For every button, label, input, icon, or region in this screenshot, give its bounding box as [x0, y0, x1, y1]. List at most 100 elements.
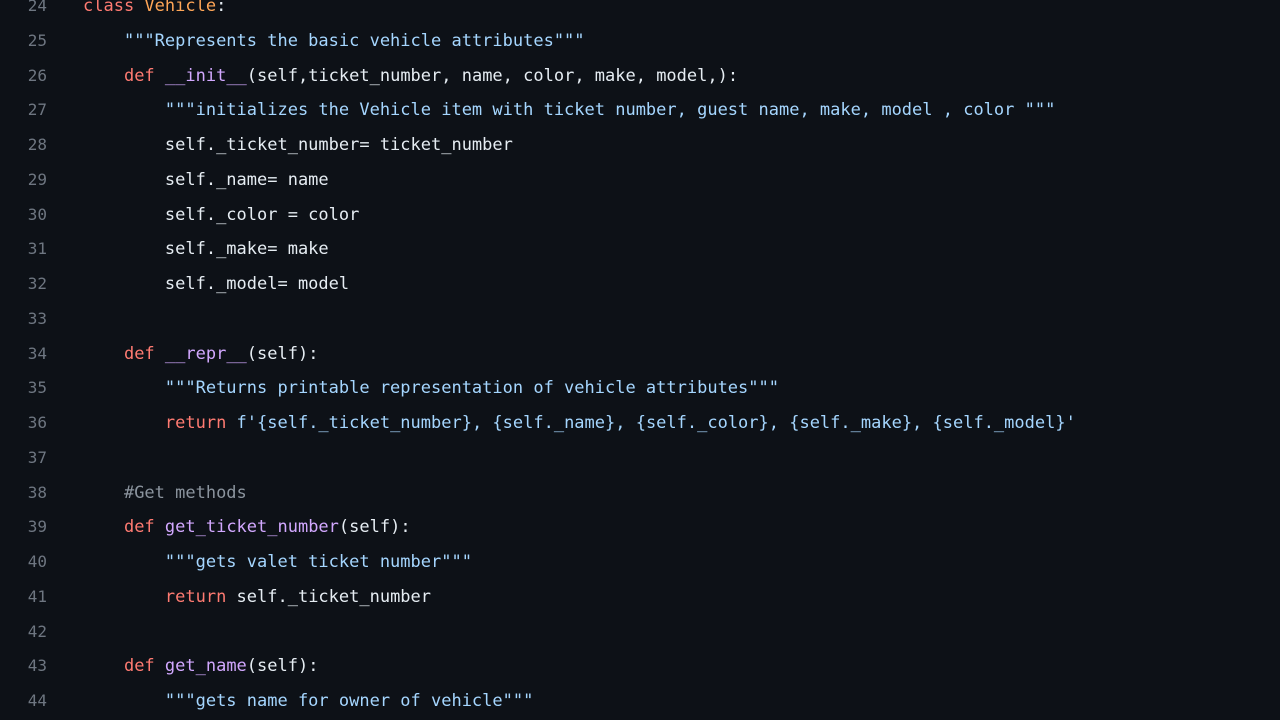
code-text: return self._ticket_number	[83, 580, 431, 615]
code-text: self._ticket_number= ticket_number	[83, 128, 513, 163]
code-token: def	[123, 65, 165, 86]
code-text: """initializes the Vehicle item with tic…	[83, 93, 1055, 128]
code-text: def get_name(self):	[83, 649, 319, 684]
line-number[interactable]: 26	[0, 59, 47, 94]
code-line: 24 class Vehicle:	[0, 0, 1280, 24]
code-text: self._make= make	[83, 232, 329, 267]
code-token: __init__	[164, 65, 247, 86]
code-text: self._model= model	[83, 267, 349, 302]
code-token: """gets valet ticket number"""	[164, 552, 472, 572]
code-token: """gets name for owner of vehicle"""	[164, 691, 534, 711]
code-text: self._color = color	[83, 198, 359, 233]
code-line: 43 def get_name(self):	[0, 649, 1280, 684]
code-token: (self):	[338, 517, 411, 538]
code-line: 40 """gets valet ticket number"""	[0, 545, 1280, 580]
code-text: class Vehicle:	[83, 0, 226, 24]
code-token: self._ticket_number= ticket_number	[164, 135, 513, 155]
code-line: 38 #Get methods	[0, 476, 1280, 511]
line-number[interactable]: 31	[0, 232, 47, 267]
code-token: self._color = color	[164, 204, 360, 225]
line-number[interactable]: 25	[0, 24, 47, 59]
line-number[interactable]: 34	[0, 337, 47, 372]
code-line: 35 """Returns printable representation o…	[0, 371, 1280, 406]
line-number[interactable]: 32	[0, 267, 47, 302]
line-number[interactable]: 35	[0, 371, 47, 406]
code-text: self._name= name	[83, 163, 329, 198]
code-token: def	[123, 343, 165, 364]
code-text: """Returns printable representation of v…	[83, 371, 779, 406]
code-token: (self):	[246, 656, 319, 677]
code-line: 44 """gets name for owner of vehicle"""	[0, 684, 1280, 719]
line-number[interactable]: 41	[0, 580, 47, 615]
code-text: def __init__(self,ticket_number, name, c…	[83, 59, 738, 94]
line-number[interactable]: 44	[0, 684, 47, 719]
code-line: 42	[0, 615, 1280, 650]
code-lines: 24 class Vehicle: 25 """Represents the bas…	[0, 0, 1280, 719]
code-token: __repr__	[164, 343, 247, 364]
code-text: def get_ticket_number(self):	[83, 510, 411, 545]
code-token: (self,ticket_number, name, color, make, …	[246, 65, 739, 86]
code-token: return	[164, 413, 237, 433]
line-number[interactable]: 40	[0, 545, 47, 580]
line-number[interactable]: 33	[0, 302, 47, 337]
code-token: (self):	[246, 343, 319, 364]
code-text: """gets name for owner of vehicle"""	[83, 684, 533, 719]
code-text: """Represents the basic vehicle attribut…	[83, 24, 585, 59]
code-line: 33	[0, 302, 1280, 337]
code-token: return	[164, 586, 237, 607]
code-token: def	[123, 517, 165, 538]
code-token: self._name= name	[164, 169, 329, 190]
line-number[interactable]: 24	[0, 0, 47, 24]
code-line: 39 def get_ticket_number(self):	[0, 510, 1280, 545]
code-line: 34 def __repr__(self):	[0, 337, 1280, 372]
code-token: def	[123, 656, 165, 677]
code-line: 28 self._ticket_number= ticket_number	[0, 128, 1280, 163]
code-token: get_name	[164, 656, 247, 677]
code-token: self._model= model	[164, 274, 350, 294]
line-number[interactable]: 39	[0, 510, 47, 545]
code-token: class	[83, 0, 145, 16]
code-text: return f'{self._ticket_number}, {self._n…	[83, 406, 1076, 441]
code-token: self._make= make	[164, 239, 329, 260]
code-text: #Get methods	[83, 476, 247, 511]
code-line: 31 self._make= make	[0, 232, 1280, 267]
line-number[interactable]: 42	[0, 615, 47, 650]
line-number[interactable]: 36	[0, 406, 47, 441]
code-line: 37	[0, 441, 1280, 476]
code-token: f'{self._ticket_number}, {self._name}, {…	[236, 413, 1076, 433]
line-number[interactable]: 27	[0, 93, 47, 128]
code-token: Vehicle	[144, 0, 217, 16]
line-number[interactable]: 43	[0, 649, 47, 684]
line-number[interactable]: 28	[0, 128, 47, 163]
code-text: """gets valet ticket number"""	[83, 545, 472, 580]
code-line: 41 return self._ticket_number	[0, 580, 1280, 615]
code-line: 26 def __init__(self,ticket_number, name…	[0, 59, 1280, 94]
code-line: 36 return f'{self._ticket_number}, {self…	[0, 406, 1280, 441]
line-number[interactable]: 30	[0, 198, 47, 233]
code-token: """Returns printable representation of v…	[164, 378, 779, 399]
code-token: #Get methods	[123, 482, 247, 503]
code-line: 30 self._color = color	[0, 198, 1280, 233]
code-token: """initializes the Vehicle item with tic…	[164, 100, 1056, 121]
code-text: def __repr__(self):	[83, 337, 319, 372]
line-number[interactable]: 38	[0, 476, 47, 511]
line-number[interactable]: 37	[0, 441, 47, 476]
code-viewer: 24 class Vehicle: 25 """Represents the bas…	[0, 0, 1280, 720]
line-number[interactable]: 29	[0, 163, 47, 198]
